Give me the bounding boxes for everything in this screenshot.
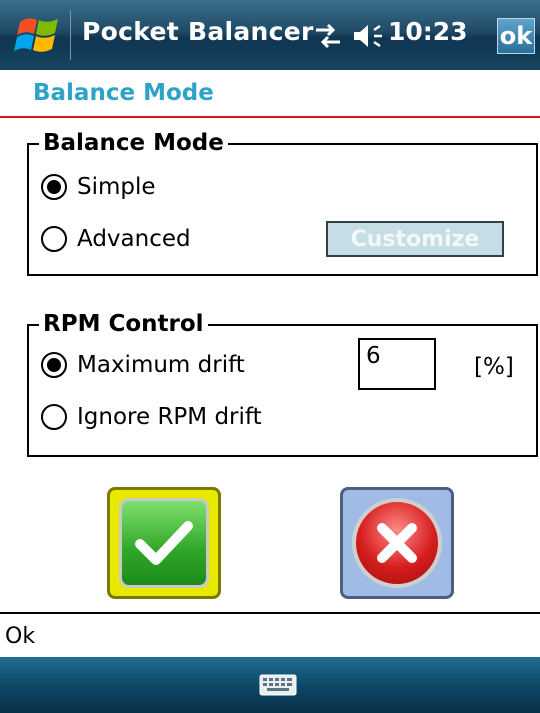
- balance-mode-group: Balance Mode Simple Advanced Customize: [27, 128, 538, 276]
- title-bar: Pocket Balancer 10:23 ok: [0, 0, 540, 70]
- max-drift-input[interactable]: 6: [358, 338, 436, 390]
- radio-button-checked[interactable]: [41, 174, 67, 200]
- rpm-control-legend: RPM Control: [39, 309, 208, 339]
- drift-unit-label: [%]: [474, 354, 514, 380]
- header-divider: [0, 116, 540, 118]
- title-separator: [70, 10, 71, 60]
- radio-simple[interactable]: Simple: [41, 170, 156, 204]
- status-text: Ok: [5, 624, 36, 649]
- customize-button[interactable]: Customize: [326, 221, 504, 257]
- radio-advanced[interactable]: Advanced: [41, 222, 191, 256]
- radio-button-checked[interactable]: [41, 352, 67, 378]
- radio-label-simple: Simple: [77, 174, 156, 200]
- radio-ignore-rpm-drift[interactable]: Ignore RPM drift: [41, 400, 262, 434]
- rpm-control-group: RPM Control Maximum drift Ignore RPM dri…: [27, 309, 538, 457]
- radio-label-maximum-drift: Maximum drift: [77, 352, 245, 378]
- connectivity-icon[interactable]: [313, 22, 343, 50]
- keyboard-icon[interactable]: [259, 674, 297, 696]
- confirm-button[interactable]: [107, 487, 221, 599]
- radio-label-advanced: Advanced: [77, 226, 191, 252]
- app-title: Pocket Balancer: [82, 17, 314, 46]
- windows-start-icon[interactable]: [14, 10, 64, 60]
- status-divider: [0, 612, 540, 614]
- cancel-x-icon: [352, 498, 442, 588]
- checkmark-icon: [119, 498, 209, 588]
- radio-button-unchecked[interactable]: [41, 404, 67, 430]
- balance-mode-legend: Balance Mode: [39, 128, 228, 158]
- title-ok-button[interactable]: ok: [497, 18, 535, 54]
- page-title: Balance Mode: [33, 80, 214, 106]
- radio-label-ignore-rpm-drift: Ignore RPM drift: [77, 404, 262, 430]
- clock[interactable]: 10:23: [388, 17, 468, 46]
- bottom-menu-bar: [0, 657, 540, 713]
- volume-icon[interactable]: [352, 22, 384, 50]
- cancel-button[interactable]: [340, 487, 454, 599]
- radio-button-unchecked[interactable]: [41, 226, 67, 252]
- radio-maximum-drift[interactable]: Maximum drift: [41, 348, 245, 382]
